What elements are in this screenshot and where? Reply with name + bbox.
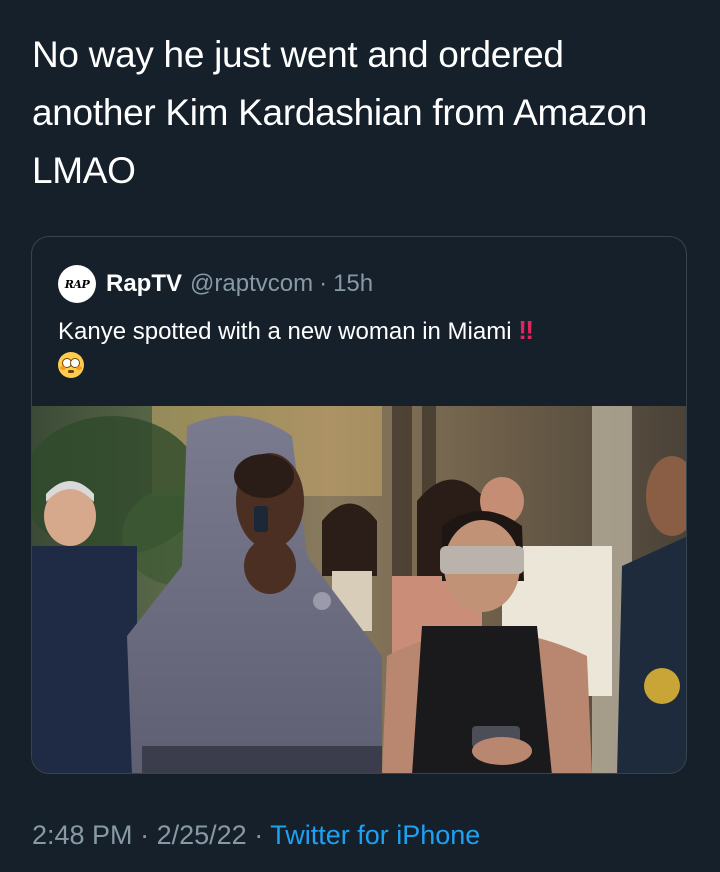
quoted-tweet-header: RAP RapTV @raptvcom · 15h — [58, 265, 373, 303]
tweet-time: 2:48 PM — [32, 820, 133, 850]
relative-time[interactable]: 15h — [333, 270, 373, 298]
tweet-meta: 2:48 PM · 2/25/22 · Twitter for iPhone — [32, 820, 480, 851]
quoted-tweet-text: Kanye spotted with a new woman in Miami — [58, 318, 512, 345]
separator-dot: · — [254, 820, 264, 850]
double-exclamation-icon: ‼ — [518, 315, 534, 345]
tweet-source-link[interactable]: Twitter for iPhone — [270, 820, 480, 850]
quoted-tweet-text-block: Kanye spotted with a new woman in Miami … — [58, 315, 658, 378]
avatar[interactable]: RAP — [58, 265, 96, 303]
avatar-logo-text: RAP — [64, 277, 90, 291]
tweet-date: 2/25/22 — [156, 820, 247, 850]
user-handle: @raptvcom — [190, 270, 314, 297]
display-name[interactable]: RapTV — [106, 270, 182, 298]
separator-dot: · — [140, 820, 150, 850]
tweet-text: No way he just went and ordered another … — [32, 34, 648, 191]
separator-dot: · — [319, 270, 328, 297]
tweet-photo[interactable] — [32, 406, 686, 773]
flushed-face-icon — [58, 351, 84, 378]
quoted-tweet-card[interactable]: RAP RapTV @raptvcom · 15h Kanye spotted … — [31, 236, 687, 774]
